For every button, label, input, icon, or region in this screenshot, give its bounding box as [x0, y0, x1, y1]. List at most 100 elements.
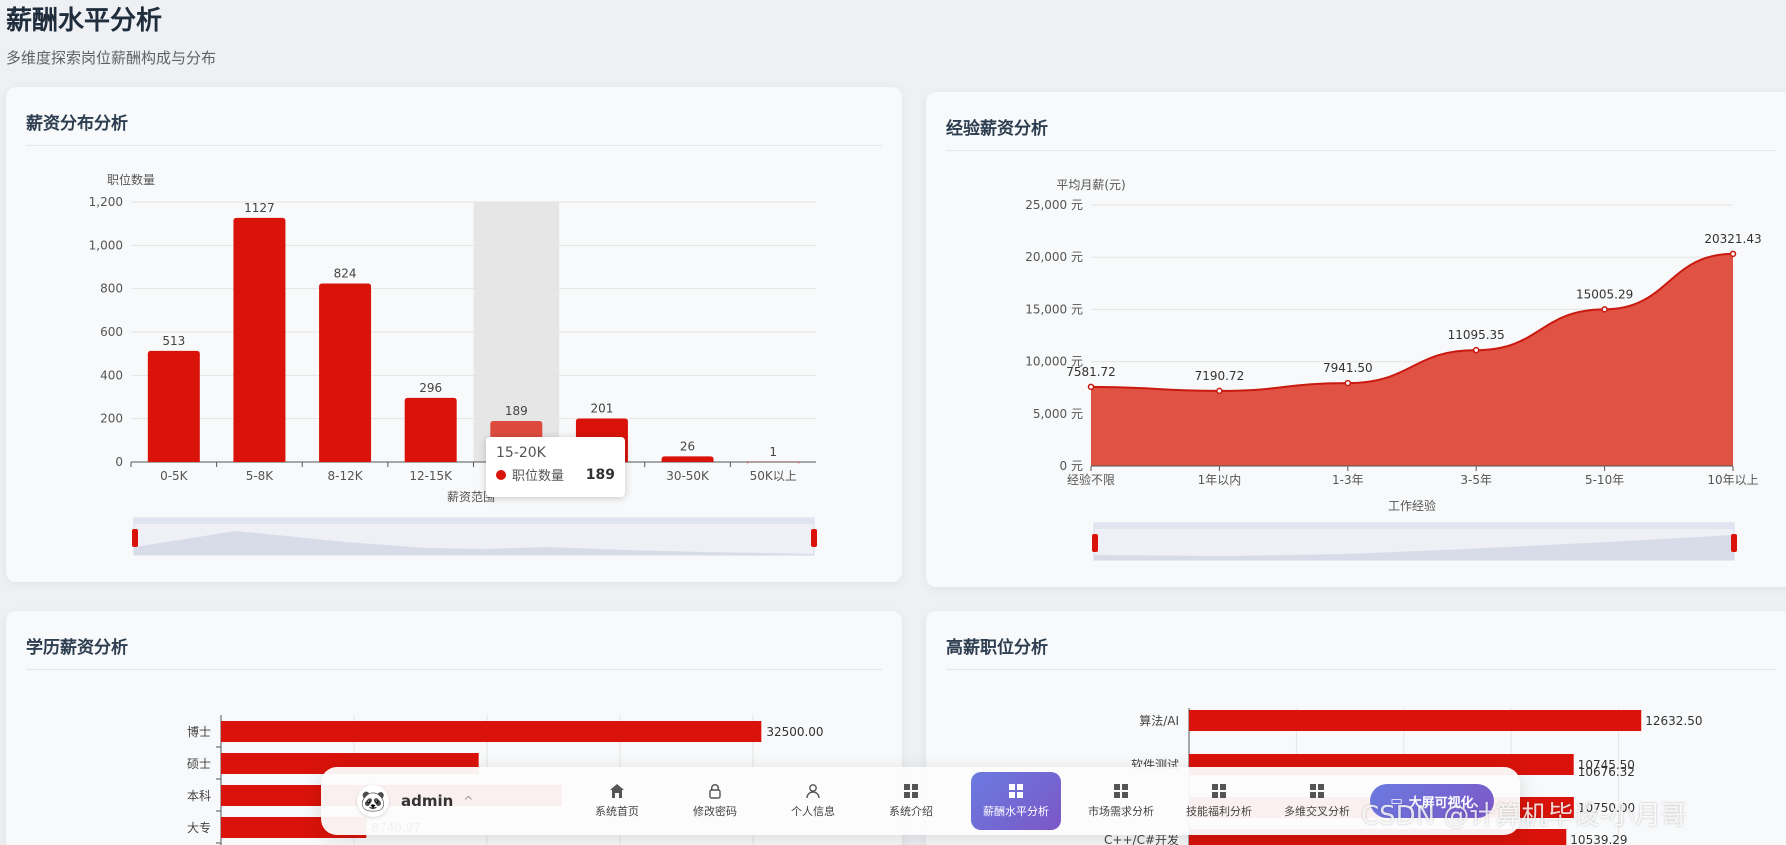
area-fill: [1091, 253, 1733, 466]
x-tick-label: 8-12K: [328, 469, 364, 483]
nav-item-profile[interactable]: 个人信息: [775, 772, 851, 830]
nav-label: 个人信息: [791, 805, 835, 818]
y-tick-label: 1,200: [89, 195, 123, 209]
nav-label: 技能福利分析: [1186, 805, 1252, 818]
bar: [404, 397, 457, 462]
x-tick-label: 12-15K: [409, 469, 453, 483]
salary-distribution-card: 薪资分布分析 0 200 400 600 800 1,000 1,200 职位数量 薪资范围 51…: [6, 87, 902, 582]
y-tick-label: 大专: [187, 820, 211, 835]
bar: [661, 456, 714, 462]
bar: [319, 283, 372, 462]
data-label: 11095.35: [1448, 328, 1505, 342]
y-tick-label: 1,000: [89, 238, 123, 252]
data-label: 15005.29: [1576, 287, 1633, 301]
grid-icon: [904, 784, 918, 798]
nav-item-market-demand[interactable]: 市场需求分析: [1083, 772, 1159, 830]
nav-label: 薪酬水平分析: [983, 805, 1049, 818]
grid-icon: [1212, 784, 1226, 798]
y-tick-label: 400: [100, 368, 123, 382]
data-label: 20321.43: [1704, 232, 1761, 246]
data-label: 7190.72: [1195, 369, 1245, 383]
x-tick-label: 50K以上: [750, 469, 797, 483]
data-point: [1216, 387, 1223, 395]
y-axis-label: 平均月薪(元): [1056, 178, 1125, 192]
tooltip-title: 15-20K: [496, 445, 546, 461]
data-label: 189: [505, 404, 528, 418]
user-name: admin: [401, 792, 454, 810]
zoom-handle-right: [811, 529, 817, 547]
chart-tooltip: 15-20K 职位数量 189: [486, 437, 625, 497]
experience-salary-card: 经验薪资分析 0 元 5,000 元 10,000 元 15,000 元 20,000 …: [926, 92, 1786, 587]
data-label: 1: [769, 445, 777, 459]
chevron-up-icon: ^: [463, 794, 474, 808]
nav-label: 市场需求分析: [1088, 805, 1154, 818]
home-icon: [610, 784, 624, 798]
x-tick-label: 5-8K: [246, 469, 275, 483]
y-tick-label: 800: [100, 282, 123, 296]
data-label: 32500.00: [766, 725, 823, 739]
experience-salary-chart[interactable]: 0 元5,000 元10,000 元15,000 元20,000 元25,000…: [926, 92, 1786, 587]
page-subtitle: 多维度探索岗位薪酬构成与分布: [6, 49, 217, 67]
bottom-navbar: 🐼 admin ^ 系统首页 修改密码 个人信息 系统介绍 薪酬水平分析 市场需…: [321, 767, 1520, 835]
data-point: [1344, 379, 1352, 387]
y-tick-label: 200: [100, 412, 123, 426]
nav-item-cross-analysis[interactable]: 多维交叉分析: [1279, 772, 1355, 830]
y-tick-label: 0: [115, 455, 123, 469]
x-tick-label: 经验不限: [1067, 472, 1115, 487]
page-title: 薪酬水平分析: [6, 6, 163, 36]
lock-icon: [709, 784, 721, 799]
user-icon: [806, 784, 820, 799]
y-tick-label: 5,000 元: [1033, 407, 1083, 421]
data-label: 824: [334, 266, 357, 280]
data-label: 513: [162, 334, 185, 348]
bar: [147, 350, 200, 462]
nav-item-home[interactable]: 系统首页: [579, 772, 655, 830]
data-point: [1472, 346, 1480, 354]
zoom-handle-left: [1092, 534, 1098, 552]
y-tick-label: 硕士: [187, 757, 211, 771]
avatar: 🐼: [357, 785, 389, 817]
bar: [1189, 710, 1642, 731]
nav-item-change-password[interactable]: 修改密码: [677, 772, 753, 830]
y-tick-label: 600: [100, 325, 123, 339]
nav-item-salary-analysis[interactable]: 薪酬水平分析: [971, 772, 1061, 830]
data-label: 7941.50: [1323, 361, 1373, 375]
nav-label: 修改密码: [693, 805, 737, 818]
series-dot: [496, 469, 506, 480]
salary-distribution-chart[interactable]: 02004006008001,0001,200职位数量薪资范围5130-5K11…: [6, 87, 902, 582]
grid-icon: [1009, 784, 1023, 798]
data-label: 7581.72: [1066, 365, 1116, 379]
watermark: CSDN @计算机毕设-小月哥: [1361, 801, 1687, 831]
data-label: 1127: [244, 201, 275, 215]
grid-icon: [1310, 784, 1324, 798]
data-point: [1729, 250, 1737, 258]
x-tick-label: 10年以上: [1707, 473, 1758, 487]
zoom-handle-left: [132, 529, 138, 547]
x-tick-label: 30-50K: [666, 469, 710, 483]
y-tick-label: 20,000 元: [1025, 250, 1083, 264]
zoom-handle-right: [1731, 534, 1737, 552]
y-tick-label: 0 元: [1060, 459, 1083, 473]
data-label: 296: [419, 381, 442, 395]
bar: [221, 721, 762, 742]
data-label: 10676.32: [1578, 765, 1635, 779]
y-tick-label: 25,000 元: [1025, 198, 1083, 212]
y-tick-label: 15,000 元: [1025, 302, 1083, 316]
x-tick-label: 1年以内: [1198, 473, 1242, 487]
x-tick-label: 0-5K: [160, 469, 189, 483]
nav-item-system-intro[interactable]: 系统介绍: [873, 772, 949, 830]
x-tick-label: 3-5年: [1460, 473, 1492, 487]
zoom-slider-bar: [1094, 523, 1734, 529]
tooltip-value: 189: [585, 466, 615, 483]
x-axis-label: 工作经验: [1388, 498, 1436, 513]
nav-item-skills-benefits[interactable]: 技能福利分析: [1181, 772, 1257, 830]
user-menu[interactable]: 🐼 admin ^: [337, 777, 517, 825]
y-tick-label: 博士: [187, 724, 211, 739]
tooltip-series: 职位数量: [512, 469, 565, 484]
nav-label: 多维交叉分析: [1284, 805, 1350, 818]
data-label: 201: [590, 401, 613, 415]
x-tick-label: 5-10年: [1585, 473, 1624, 487]
nav-label: 系统介绍: [889, 805, 933, 818]
y-tick-label: 本科: [187, 789, 211, 803]
data-point: [1087, 383, 1095, 391]
